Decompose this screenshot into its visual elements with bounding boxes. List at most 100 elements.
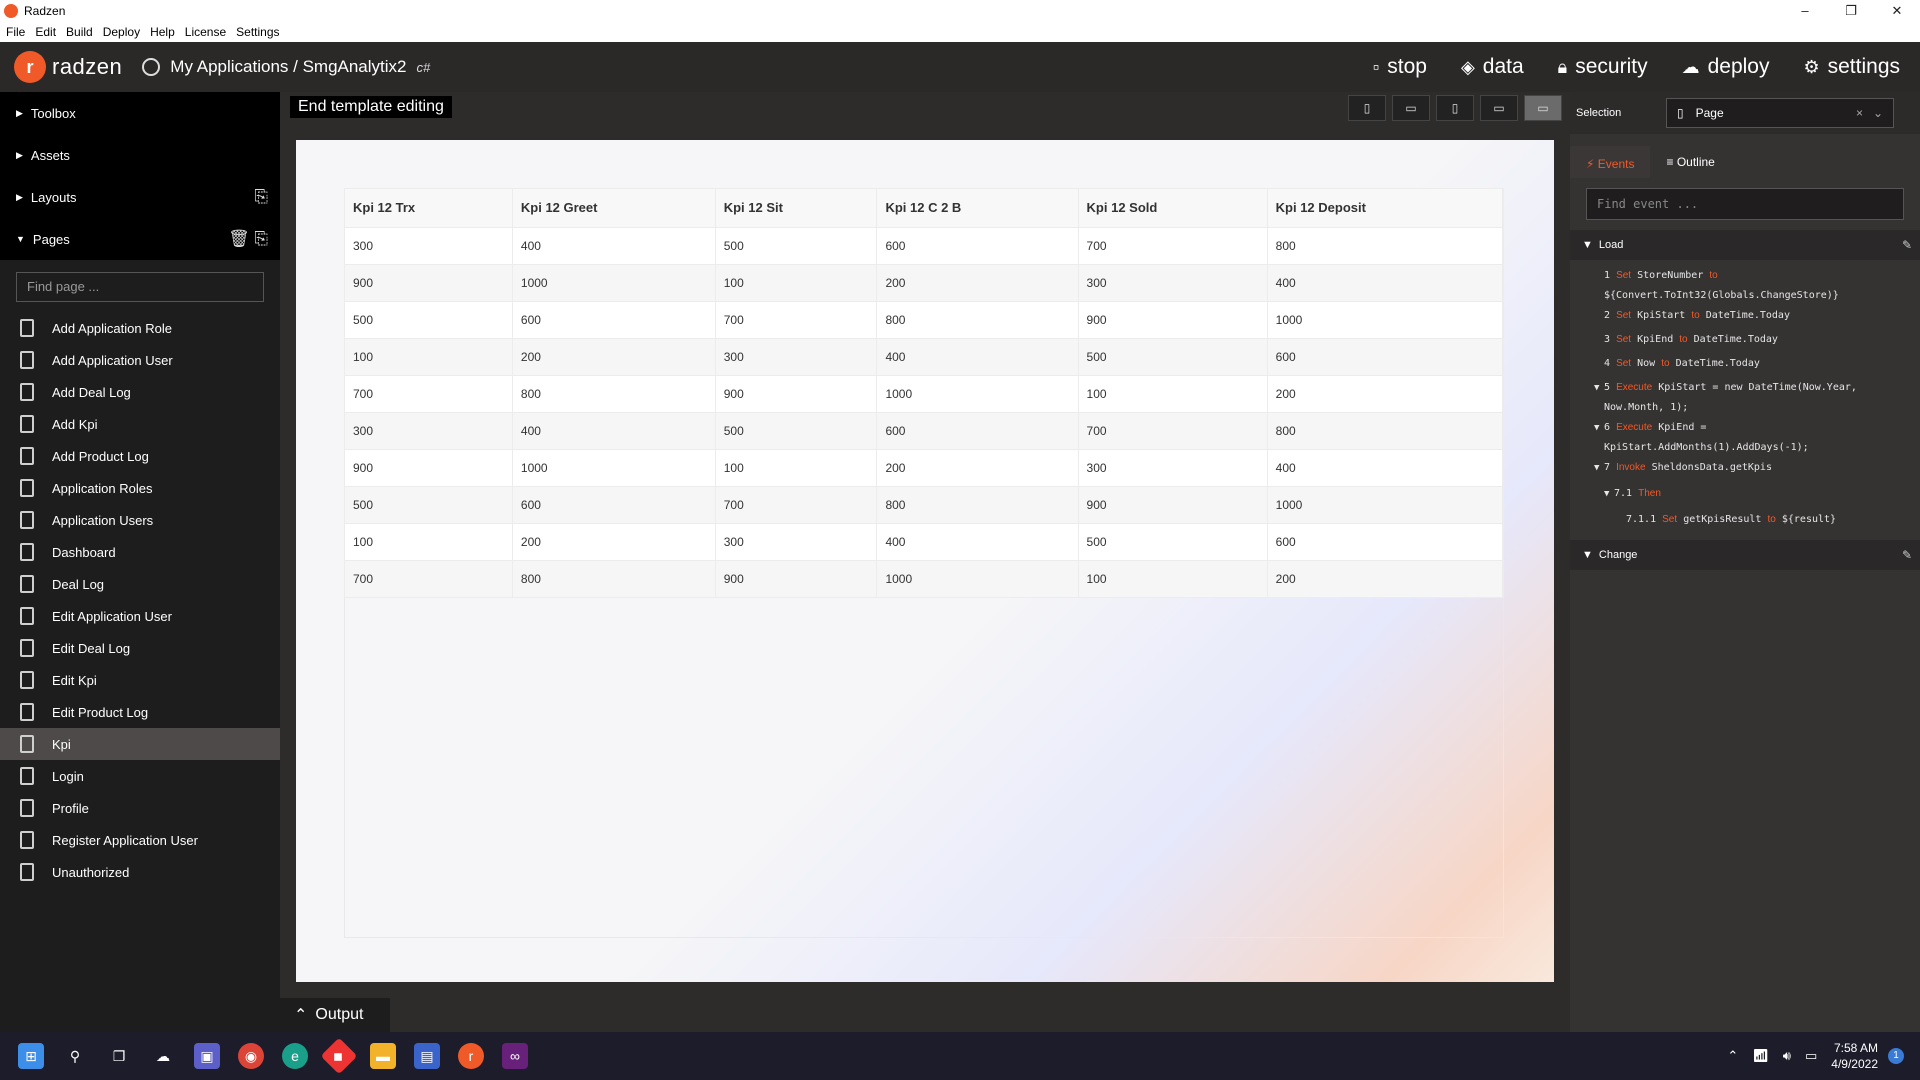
table-row[interactable]: 700 800 900 1000 100 200	[345, 374, 1504, 412]
windows-start-icon[interactable]: ⊞	[18, 1043, 44, 1069]
event-action[interactable]: 3 Set KpiEnd to DateTime.Today	[1570, 330, 1920, 350]
page-item[interactable]: Edit Deal Log	[0, 632, 280, 664]
column-header[interactable]: Kpi 12 Greet	[512, 189, 716, 227]
maximize-button[interactable]: ❐	[1828, 0, 1874, 22]
column-header[interactable]: Kpi 12 Sit	[715, 189, 878, 227]
section-assets[interactable]: ▶ Assets	[0, 134, 280, 176]
output-tab[interactable]: ⌃ Output	[280, 998, 390, 1032]
event-action[interactable]: 2 Set KpiStart to DateTime.Today	[1570, 306, 1920, 326]
add-layout-icon[interactable]: ⎘	[254, 187, 268, 207]
tab-outline[interactable]: ≡ Outline	[1650, 146, 1730, 178]
edit-icon[interactable]: ✎	[1902, 548, 1912, 562]
table-row[interactable]: 500 600 700 800 900 1000	[345, 485, 1504, 523]
caret-down-icon[interactable]: ▼	[1594, 458, 1604, 478]
event-action[interactable]: ▼ 7.1 Then	[1570, 484, 1920, 504]
page-item[interactable]: Register Application User	[0, 824, 280, 856]
security-button[interactable]: 🔒︎ security	[1558, 55, 1648, 79]
tablet-landscape-icon[interactable]: ▭	[1480, 95, 1518, 121]
close-button[interactable]: ✕	[1874, 0, 1920, 22]
breadcrumb-text[interactable]: My Applications / SmgAnalytix2	[170, 57, 406, 77]
menu-help[interactable]: Help	[150, 25, 175, 39]
table-row[interactable]: 500 600 700 800 900 1000	[345, 300, 1504, 338]
minimize-button[interactable]: –	[1782, 0, 1828, 22]
page-item[interactable]: Application Roles	[0, 472, 280, 504]
edge-icon[interactable]: e	[282, 1043, 308, 1069]
chevron-up-icon[interactable]: ⌃	[1727, 1048, 1738, 1064]
find-event-input[interactable]: Find event ...	[1586, 188, 1904, 220]
section-toolbox[interactable]: ▶ Toolbox	[0, 92, 280, 134]
file-explorer-icon[interactable]: ▬	[370, 1043, 396, 1069]
page-item[interactable]: Add Product Log	[0, 440, 280, 472]
clock[interactable]: 7:58 AM 4/9/2022	[1831, 1040, 1878, 1072]
column-header[interactable]: Kpi 12 Trx	[345, 189, 513, 227]
column-header[interactable]: Kpi 12 Deposit	[1267, 189, 1504, 227]
end-template-button[interactable]: End template editing	[290, 96, 452, 118]
volume-icon[interactable]: 🔊︎	[1783, 1048, 1791, 1064]
page-item[interactable]: Login	[0, 760, 280, 792]
event-action[interactable]: ▼ 5 Execute KpiStart = new DateTime(Now.Y…	[1570, 378, 1920, 398]
battery-icon[interactable]: ▭	[1805, 1048, 1817, 1064]
table-row[interactable]: 300 400 500 600 700 800	[345, 411, 1504, 449]
phone-landscape-icon[interactable]: ▭	[1392, 95, 1430, 121]
menu-settings[interactable]: Settings	[236, 25, 279, 39]
breadcrumb[interactable]: My Applications / SmgAnalytix2 c#	[142, 57, 430, 77]
visual-studio-icon[interactable]: ∞	[502, 1043, 528, 1069]
page-item[interactable]: Edit Kpi	[0, 664, 280, 696]
page-item[interactable]: Add Deal Log	[0, 376, 280, 408]
event-group-load[interactable]: ▼ Load ✎	[1570, 230, 1920, 260]
page-item[interactable]: Add Application Role	[0, 312, 280, 344]
column-header[interactable]: Kpi 12 Sold	[1078, 189, 1268, 227]
radzen-logo[interactable]: r radzen	[14, 51, 122, 83]
desktop-icon[interactable]: ▭	[1524, 95, 1562, 121]
trash-icon[interactable]: 🗑︎	[228, 229, 250, 248]
page-item-active[interactable]: Kpi	[0, 728, 280, 760]
phone-portrait-icon[interactable]: ▯	[1348, 95, 1386, 121]
app-icon[interactable]: ▤	[414, 1043, 440, 1069]
chevron-down-icon[interactable]: ⌄	[1873, 106, 1883, 120]
column-header[interactable]: Kpi 12 C 2 B	[876, 189, 1079, 227]
find-page-input[interactable]: Find page ...	[16, 272, 264, 302]
radzen-taskbar-icon[interactable]: r	[458, 1043, 484, 1069]
table-row[interactable]: 100 200 300 400 500 600	[345, 337, 1504, 375]
menu-edit[interactable]: Edit	[35, 25, 56, 39]
section-pages[interactable]: ▼ Pages 🗑︎ ⎘	[0, 218, 280, 260]
notification-badge[interactable]: 1	[1888, 1048, 1904, 1064]
deploy-button[interactable]: ☁ deploy	[1682, 55, 1770, 79]
selection-dropdown[interactable]: ▯ Page × ⌄	[1666, 98, 1894, 128]
tablet-portrait-icon[interactable]: ▯	[1436, 95, 1474, 121]
section-layouts[interactable]: ▶ Layouts ⎘	[0, 176, 280, 218]
task-view-icon[interactable]: ❐	[106, 1043, 132, 1069]
table-row[interactable]: 100 200 300 400 500 600	[345, 522, 1504, 560]
page-item[interactable]: Edit Product Log	[0, 696, 280, 728]
edit-icon[interactable]: ✎	[1902, 238, 1912, 252]
data-grid[interactable]: Kpi 12 Trx Kpi 12 Greet Kpi 12 Sit Kpi 1…	[344, 188, 1504, 598]
table-row[interactable]: 900 1000 100 200 300 400	[345, 263, 1504, 301]
event-action[interactable]: 4 Set Now to DateTime.Today	[1570, 354, 1920, 374]
page-item[interactable]: Add Application User	[0, 344, 280, 376]
tab-events[interactable]: ⚡︎ Events	[1570, 146, 1651, 178]
page-item[interactable]: Application Users	[0, 504, 280, 536]
table-row[interactable]: 900 1000 100 200 300 400	[345, 448, 1504, 486]
caret-down-icon[interactable]: ▼	[1594, 378, 1604, 398]
git-icon[interactable]: ◆	[320, 1037, 358, 1075]
event-action[interactable]: 7.1.1 Set getKpisResult to ${result}	[1570, 510, 1920, 530]
event-action[interactable]: ▼ 7 Invoke SheldonsData.getKpis	[1570, 458, 1920, 478]
event-action[interactable]: 1 Set StoreNumber to	[1570, 266, 1920, 286]
page-item[interactable]: Deal Log	[0, 568, 280, 600]
settings-button[interactable]: ⚙ settings	[1803, 55, 1900, 79]
data-button[interactable]: ◈ data	[1461, 55, 1524, 79]
stop-button[interactable]: ▫ stop	[1373, 55, 1427, 79]
page-item[interactable]: Edit Application User	[0, 600, 280, 632]
menu-build[interactable]: Build	[66, 25, 93, 39]
add-page-icon[interactable]: ⎘	[254, 229, 268, 248]
onedrive-icon[interactable]: ☁	[150, 1043, 176, 1069]
table-row[interactable]: 700 800 900 1000 100 200	[345, 559, 1504, 597]
caret-down-icon[interactable]: ▼	[1594, 418, 1604, 438]
empty-drop-area[interactable]	[344, 598, 1504, 938]
page-item[interactable]: Unauthorized	[0, 856, 280, 888]
wifi-icon[interactable]: 📶︎	[1752, 1048, 1769, 1064]
teams-icon[interactable]: ▣	[194, 1043, 220, 1069]
page-canvas[interactable]: Kpi 12 Trx Kpi 12 Greet Kpi 12 Sit Kpi 1…	[296, 140, 1554, 982]
event-group-change[interactable]: ▼ Change ✎	[1570, 540, 1920, 570]
event-action[interactable]: ▼ 6 Execute KpiEnd =	[1570, 418, 1920, 438]
